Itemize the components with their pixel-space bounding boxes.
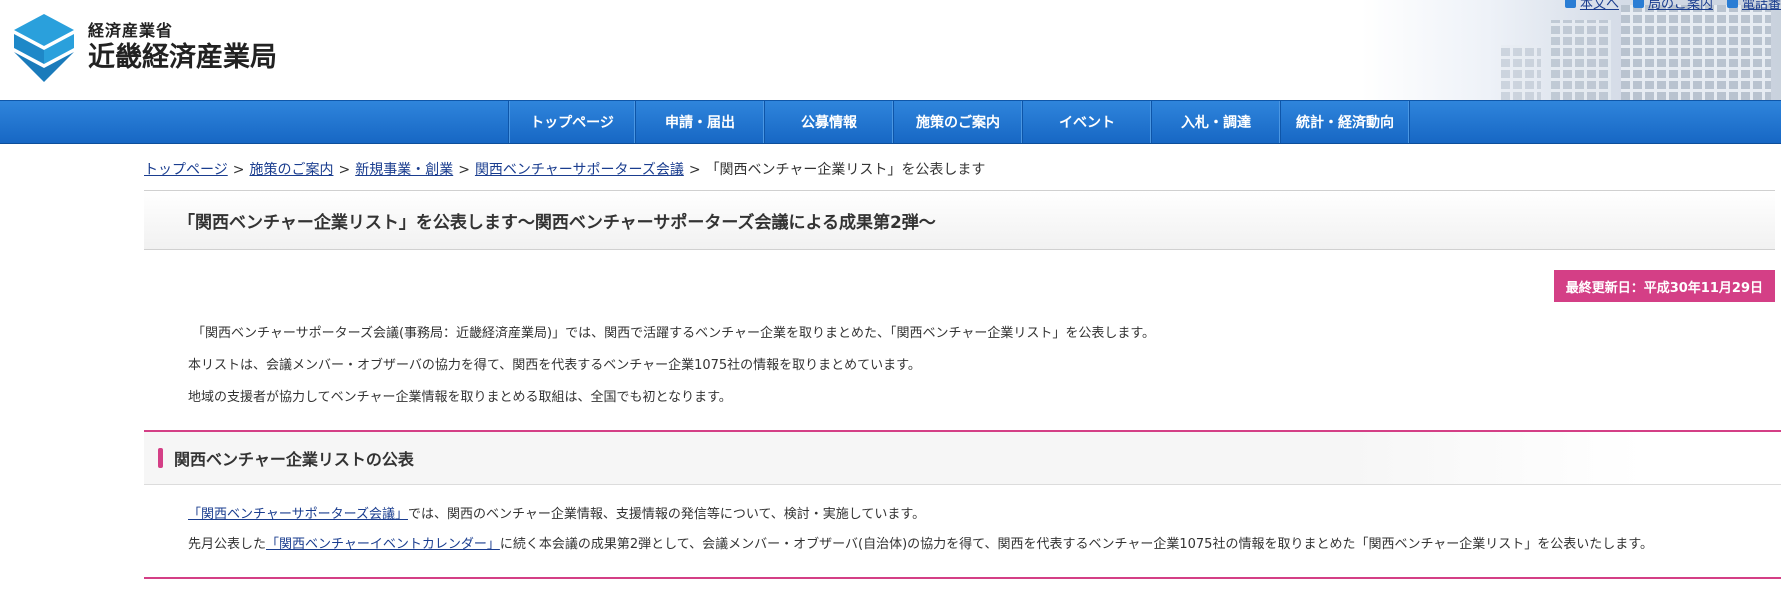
breadcrumb-link-policies[interactable]: 施策のご案内 (249, 162, 333, 178)
nav-item-bidding[interactable]: 入札・調達 (1152, 101, 1281, 143)
intro-paragraph-1: 「関西ベンチャーサポーターズ会議(事務局：近畿経済産業局)」では、関西で活躍する… (192, 326, 1156, 341)
header-building-photo (1361, 0, 1781, 100)
about-bureau-link[interactable]: 局のご案内 (1632, 0, 1713, 12)
top-utility-links: 本文へ 局のご案内 電話番 (1564, 0, 1781, 12)
main-content: トップページ > 施策のご案内 > 新規事業・創業 > 関西ベンチャーサポーターズ会議 > 「関… (144, 160, 1781, 579)
nav-item-statistics[interactable]: 統計・経済動向 (1281, 101, 1410, 143)
global-nav: トップページ 申請・届出 公募情報 施策のご案内 イベント 入札・調達 統計・経… (0, 100, 1781, 144)
last-updated-badge: 最終更新日：平成30年11月29日 (1553, 270, 1775, 302)
arrow-icon (1726, 0, 1738, 8)
section-heading: 関西ベンチャー企業リストの公表 (174, 450, 414, 469)
about-bureau-text[interactable]: 局のご案内 (1648, 0, 1713, 12)
phone-link[interactable]: 電話番 (1726, 0, 1781, 12)
updated-row: 最終更新日：平成30年11月29日 (144, 250, 1781, 312)
nav-item-policies[interactable]: 施策のご案内 (894, 101, 1023, 143)
logo-text: 経済産業省 近畿経済産業局 (88, 21, 277, 75)
section-paragraph-1: 「関西ベンチャーサポーターズ会議」では、関西のベンチャー企業情報、支援情報の発信… (188, 505, 1781, 525)
breadcrumb: トップページ > 施策のご案内 > 新規事業・創業 > 関西ベンチャーサポーターズ会議 > 「関… (144, 160, 1781, 180)
nav-item-top[interactable]: トップページ (508, 101, 636, 143)
breadcrumb-separator: > (688, 162, 701, 178)
section-paragraph-2: 先月公表した「関西ベンチャーイベントカレンダー」に続く本会議の成果第2弾として、… (188, 535, 1748, 555)
section-bottom-rule (144, 577, 1781, 579)
supporters-meeting-link[interactable]: 「関西ベンチャーサポーターズ会議」 (188, 507, 408, 522)
arrow-icon (1632, 0, 1644, 8)
breadcrumb-separator: > (232, 162, 245, 178)
section-marker (158, 448, 163, 468)
site-header: 経済産業省 近畿経済産業局 本文へ 局のご案内 電話番 (0, 0, 1781, 100)
section-heading-box: 関西ベンチャー企業リストの公表 (144, 430, 1781, 484)
ministry-name: 経済産業省 (88, 21, 174, 40)
nav-item-public-offering[interactable]: 公募情報 (765, 101, 894, 143)
skip-to-content-text[interactable]: 本文へ (1580, 0, 1619, 12)
page-title: 「関西ベンチャー企業リスト」を公表します〜関西ベンチャーサポーターズ会議による成… (178, 212, 936, 233)
section-paragraph-2-pre: 先月公表した (188, 537, 267, 552)
breadcrumb-current: 「関西ベンチャー企業リスト」を公表します (705, 162, 986, 178)
meti-logo-icon (14, 14, 74, 82)
page-title-box: 「関西ベンチャー企業リスト」を公表します〜関西ベンチャーサポーターズ会議による成… (144, 190, 1775, 250)
event-calendar-link[interactable]: 「関西ベンチャーイベントカレンダー」 (266, 537, 500, 552)
nav-item-applications[interactable]: 申請・届出 (636, 101, 765, 143)
breadcrumb-link-new-business[interactable]: 新規事業・創業 (355, 162, 453, 178)
site-logo[interactable]: 経済産業省 近畿経済産業局 (12, 12, 277, 84)
skip-to-content-link[interactable]: 本文へ (1564, 0, 1619, 12)
intro-paragraph-2: 本リストは、会議メンバー・オブザーバの協力を得て、関西を代表するベンチャー企業1… (188, 358, 921, 373)
section-paragraph-2-text: に続く本会議の成果第2弾として、会議メンバー・オブザーバ(自治体)の協力を得て、… (499, 537, 1654, 552)
arrow-icon (1564, 0, 1576, 8)
section-paragraph-1-text: では、関西のベンチャー企業情報、支援情報の発信等について、検討・実施しています。 (407, 507, 926, 522)
section-divider (144, 484, 1781, 485)
bureau-name: 近畿経済産業局 (88, 42, 277, 73)
breadcrumb-link-top[interactable]: トップページ (144, 162, 228, 178)
breadcrumb-separator: > (338, 162, 351, 178)
phone-text[interactable]: 電話番 (1742, 0, 1781, 12)
intro-paragraph-3: 地域の支援者が協力してベンチャー企業情報を取りまとめる取組は、全国でも初となりま… (188, 390, 732, 405)
breadcrumb-link-supporters[interactable]: 関西ベンチャーサポーターズ会議 (475, 162, 684, 178)
nav-item-events[interactable]: イベント (1023, 101, 1152, 143)
breadcrumb-separator: > (458, 162, 470, 178)
